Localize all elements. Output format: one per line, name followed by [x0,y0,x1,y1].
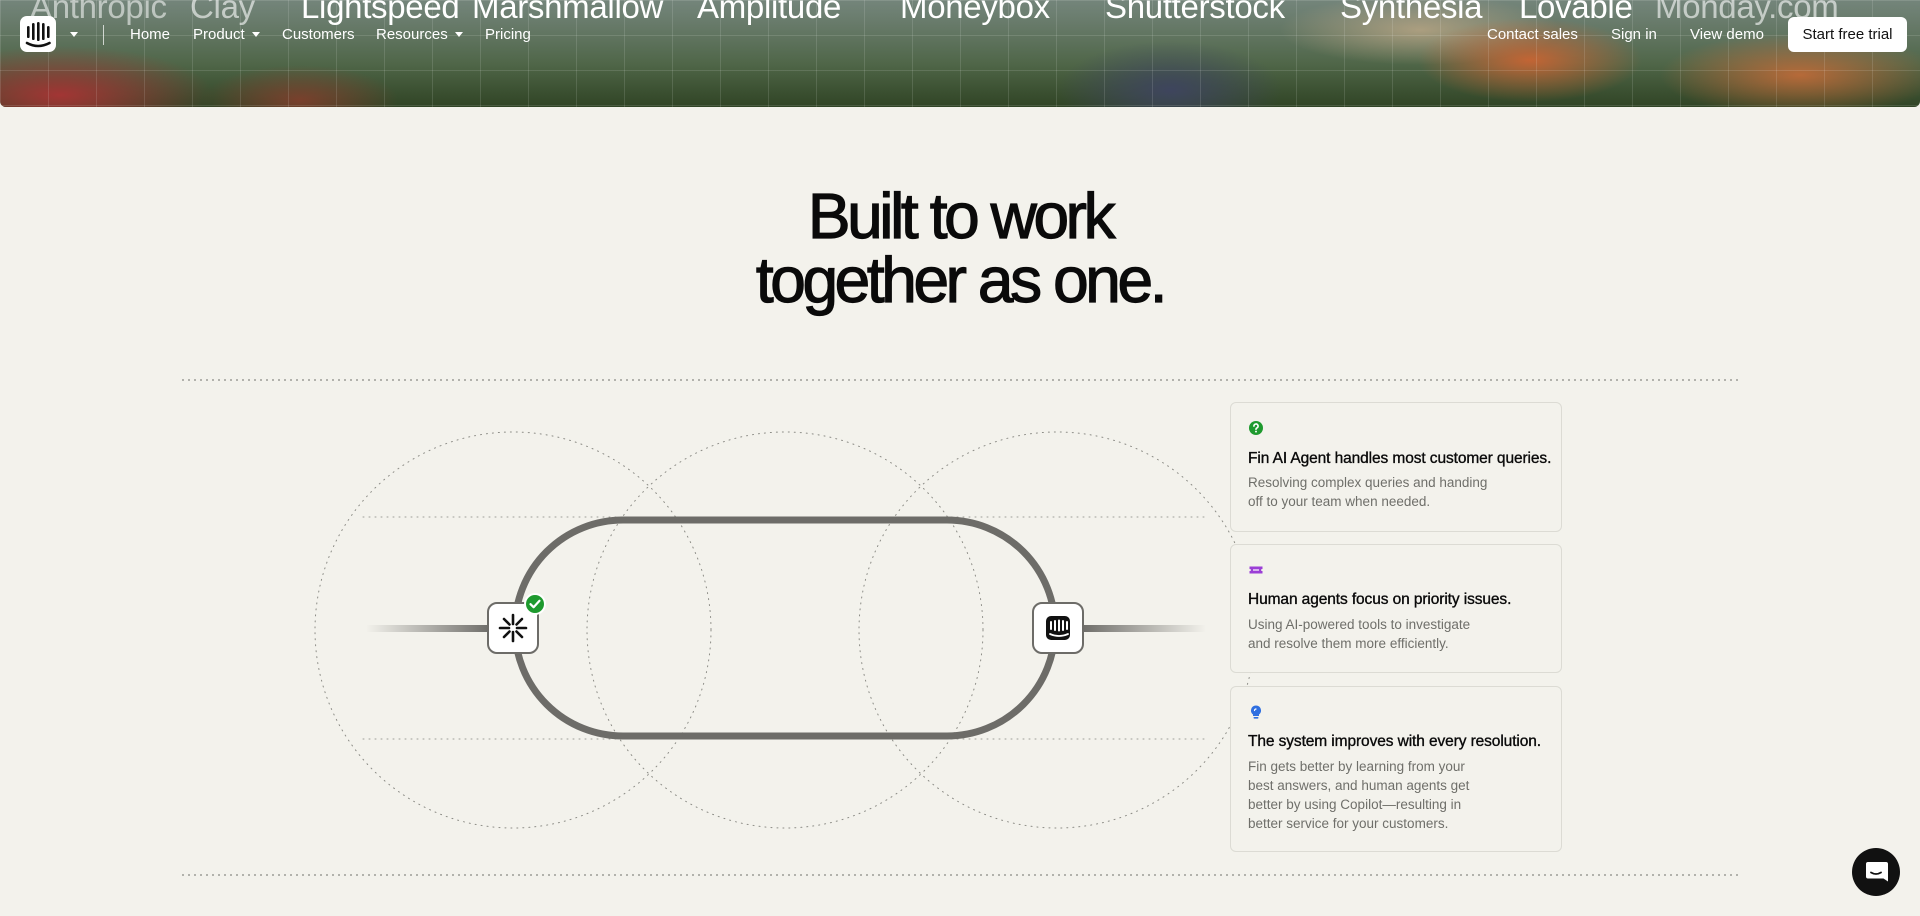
chat-launcher-button[interactable] [1852,848,1900,896]
chevron-down-icon[interactable] [70,32,78,37]
card-title: Fin AI Agent handles most customer queri… [1248,450,1552,467]
card-description-line: Resolving complex queries and handing [1248,475,1488,490]
nav-customers[interactable]: Customers [282,26,355,44]
view-demo-link[interactable]: View demo [1690,26,1764,44]
card-description-line: Fin gets better by learning from your [1248,759,1465,774]
card-description: Resolving complex queries and handing of… [1248,473,1487,511]
customer-logo: Synthesia [1340,0,1483,25]
chat-bubble-icon [1866,862,1888,882]
customer-logo: Amplitude [697,0,842,25]
divider-top [180,379,1740,381]
question-circle-icon [1249,421,1263,435]
nav-resources[interactable]: Resources [376,26,463,44]
heading-line-1: Built to work [807,180,1116,252]
card-description-line: and resolve them more efficiently. [1248,636,1449,651]
chevron-down-icon [454,31,463,37]
intercom-logo-icon [1046,616,1070,640]
fin-ai-icon [498,613,528,643]
intercom-logo-icon[interactable] [20,16,56,52]
customer-logo: Shutterstock [1105,0,1285,25]
section-heading: Built to work together as one. [0,180,1920,316]
intercom-node[interactable] [1032,602,1084,654]
start-free-trial-button[interactable]: Start free trial [1788,17,1907,52]
card-title: Human agents focus on priority issues. [1248,591,1512,608]
card-description-line: better service for your customers. [1248,816,1449,831]
sign-in-link[interactable]: Sign in [1611,26,1657,44]
workflow-diagram [0,0,1920,916]
customer-logo: Lovable [1519,0,1633,25]
feature-card-system: The system improves with every resolutio… [1230,686,1562,852]
guide-circle-center [586,431,984,829]
customer-logo-wall: Anthropic Clay Lightspeed Marshmallow Am… [0,0,1920,28]
hero-banner: Anthropic Clay Lightspeed Marshmallow Am… [0,0,1920,107]
feature-card-human: Human agents focus on priority issues. U… [1230,544,1562,673]
nav-resources-label: Resources [376,26,448,43]
customer-logo: Marshmallow [472,0,664,25]
connector-right [1081,625,1206,632]
contact-sales-link[interactable]: Contact sales [1487,26,1578,44]
card-description-line: off to your team when needed. [1248,494,1431,509]
ticket-icon [1249,566,1263,574]
customer-logo: Moneybox [900,0,1050,25]
workflow-diagram-lines [314,431,1256,829]
card-description: Using AI-powered tools to investigate an… [1248,615,1470,653]
card-description-line: best answers, and human agents get [1248,778,1470,793]
chevron-down-icon [251,31,260,37]
card-description: Fin gets better by learning from your be… [1248,757,1469,833]
nav-product-label: Product [193,26,245,43]
nav-product[interactable]: Product [193,26,260,44]
connector-left [366,625,491,632]
loop-track [511,516,1059,740]
customer-logo: Lightspeed [301,0,460,25]
nav-home[interactable]: Home [130,26,170,44]
nav-pricing[interactable]: Pricing [485,26,531,44]
card-description-line: Using AI-powered tools to investigate [1248,617,1471,632]
card-title: The system improves with every resolutio… [1248,733,1541,750]
lightbulb-icon [1251,705,1261,719]
customer-logo: Clay [190,0,255,25]
nav-divider [103,25,104,45]
fin-node[interactable] [487,602,539,654]
feature-card-fin: Fin AI Agent handles most customer queri… [1230,402,1562,532]
card-description-line: better by using Copilot—resulting in [1248,797,1462,812]
divider-bottom [180,874,1740,876]
heading-line-2: together as one. [755,244,1168,316]
